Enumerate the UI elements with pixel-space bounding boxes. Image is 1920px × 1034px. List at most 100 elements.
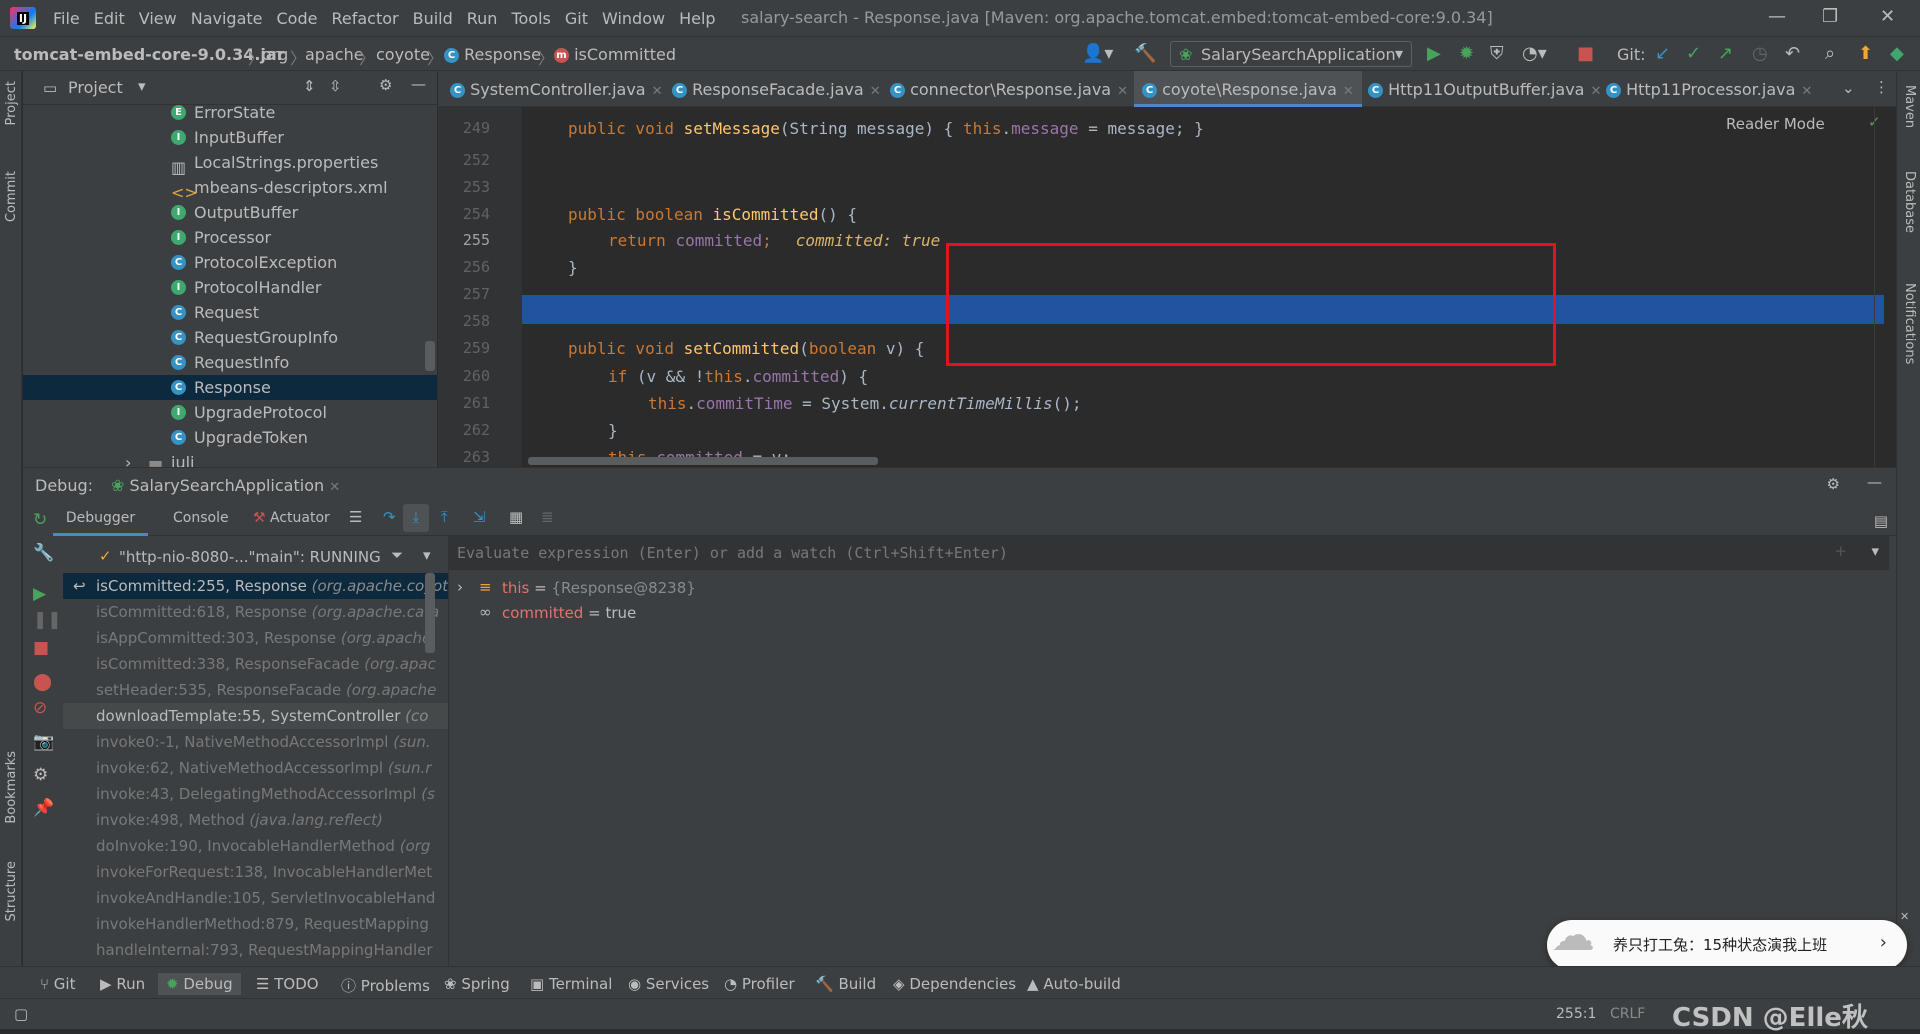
tool-build[interactable]: 🔨 Build [815, 975, 876, 993]
frames-scrollbar[interactable] [425, 573, 435, 653]
chevron-right-icon[interactable]: › [1880, 932, 1887, 953]
stack-frame[interactable]: isAppCommitted:303, Response (org.apache… [63, 625, 448, 651]
close-icon[interactable]: ✕ [1880, 6, 1895, 27]
breadcrumb-apache[interactable]: apache [305, 45, 364, 64]
resume-icon[interactable]: ▶ [33, 584, 46, 604]
layout-settings-icon[interactable]: ▤ [1874, 512, 1888, 530]
hide-panel-icon[interactable]: — [1867, 473, 1882, 491]
stack-frame[interactable]: ↩ isCommitted:255, Response (org.apache.c… [63, 573, 448, 599]
breadcrumb-org[interactable]: org [262, 45, 288, 64]
run-to-cursor-icon[interactable]: ⇲ [473, 508, 486, 526]
stack-frame[interactable]: invoke:498, Method (java.lang.reflect) [63, 807, 448, 833]
close-toast-icon[interactable]: ✕ [1900, 910, 1909, 923]
menu-view[interactable]: View [132, 9, 184, 28]
tool-terminal[interactable]: ▣ Terminal [530, 975, 612, 993]
stack-frame[interactable]: invokeHandlerMethod:879, RequestMapping [63, 911, 448, 937]
tree-item[interactable]: C RequestGroupInfo [23, 325, 437, 350]
tool-auto-build[interactable]: ▲ Auto-build [1027, 975, 1121, 993]
variable-row[interactable]: › ≡ this = {Response@8238} [449, 576, 1149, 600]
user-icon[interactable]: 👤▾ [1082, 43, 1113, 64]
stop-icon[interactable]: ■ [33, 638, 49, 658]
coverage-icon[interactable]: ⛨ [1490, 43, 1504, 64]
plugin-icon[interactable]: ◆ [1890, 43, 1904, 64]
commit-tool-tab[interactable]: Commit [4, 171, 19, 222]
variable-row[interactable]: ∞ committed = true [449, 601, 1149, 625]
chevron-down-icon[interactable]: ▾ [1871, 542, 1879, 560]
stack-frame[interactable]: doInvoke:190, InvocableHandlerMethod (or… [63, 833, 448, 859]
step-out-icon[interactable]: ⤒ [441, 508, 448, 526]
add-watch-icon[interactable]: + [1834, 542, 1847, 560]
tree-item[interactable]: C RequestInfo [23, 350, 437, 375]
gear-icon[interactable]: ⚙ [1827, 475, 1840, 493]
stack-frame[interactable]: invoke:43, DelegatingMethodAccessorImpl … [63, 781, 448, 807]
maximize-icon[interactable]: ❐ [1822, 6, 1838, 27]
tab-system-controller[interactable]: C SystemController.java ✕ [450, 71, 663, 107]
tree-item[interactable]: C Request [23, 300, 437, 325]
menu-refactor[interactable]: Refactor [324, 9, 405, 28]
thread-selector[interactable]: ✓ "http-nio-8080-..."main": RUNNING ⏷ ▾ [63, 543, 448, 573]
tool-profiler[interactable]: ◔ Profiler [724, 975, 795, 993]
stack-frame[interactable]: invoke:62, NativeMethodAccessorImpl (sun… [63, 755, 448, 781]
hide-panel-icon[interactable]: — [411, 75, 426, 93]
git-push-icon[interactable]: ↗ [1718, 43, 1733, 64]
expand-all-icon[interactable]: ⇕ [303, 77, 316, 95]
gear-icon[interactable]: ⚙ [33, 765, 48, 785]
project-scrollbar[interactable] [425, 341, 435, 371]
tool-debug[interactable]: ✹ Debug [158, 973, 241, 995]
line-separator[interactable]: CRLF [1610, 1006, 1645, 1022]
tree-item[interactable]: I Processor [23, 225, 437, 250]
menu-run[interactable]: Run [460, 9, 505, 28]
step-over-icon[interactable]: ↷ [383, 508, 396, 526]
menu-window[interactable]: Window [595, 9, 672, 28]
tree-item-folder[interactable]: › ▬ juli [23, 450, 437, 467]
rollback-icon[interactable]: ↶ [1785, 43, 1800, 64]
tree-item[interactable]: C UpgradeToken [23, 425, 437, 450]
project-view-select[interactable]: Project [68, 78, 123, 97]
tab-http11-processor[interactable]: C Http11Processor.java ✕ [1606, 71, 1812, 107]
tree-item[interactable]: C ProtocolException [23, 250, 437, 275]
debug-icon[interactable]: ✹ [1459, 43, 1474, 64]
horizontal-scrollbar[interactable] [528, 457, 878, 465]
tab-list-icon[interactable]: ⌄ [1842, 79, 1855, 97]
evaluate-expression-icon[interactable]: ▦ [509, 508, 523, 526]
tree-item[interactable]: I OutputBuffer [23, 200, 437, 225]
close-tab-icon[interactable]: ✕ [1117, 84, 1128, 99]
tab-actuator[interactable]: ⚒ Actuator [253, 510, 330, 526]
close-tab-icon[interactable]: ✕ [652, 84, 663, 99]
stack-frame[interactable]: isCommitted:618, Response (org.apache.ca… [63, 599, 448, 625]
minimize-icon[interactable]: — [1768, 6, 1786, 27]
run-icon[interactable]: ▶ [1427, 43, 1441, 64]
notification-toast[interactable]: ☁ 养只打工兔：15种状态演我上班 › [1547, 910, 1907, 970]
tool-problems[interactable]: ⓘ Problems [341, 975, 430, 996]
menu-help[interactable]: Help [672, 9, 722, 28]
view-breakpoints-icon[interactable]: ⬤ [33, 672, 52, 692]
stop-icon[interactable]: ■ [1577, 43, 1594, 64]
menu-build[interactable]: Build [406, 9, 460, 28]
pause-icon[interactable]: ❚❚ [33, 610, 62, 630]
maven-tool-tab[interactable]: Maven [1902, 85, 1917, 128]
menu-file[interactable]: File [46, 9, 87, 28]
notifications-tool-tab[interactable]: Notifications [1902, 283, 1917, 364]
stack-frame[interactable]: invokeAndHandle:105, ServletInvocableHan… [63, 885, 448, 911]
project-tool-tab[interactable]: Project [4, 81, 19, 125]
rerun-icon[interactable]: ↻ [33, 510, 47, 530]
panel-toggle-icon[interactable]: ▢ [14, 1005, 28, 1023]
breadcrumb-jar[interactable]: tomcat-embed-core-9.0.34.jar [14, 45, 285, 64]
chevron-right-icon[interactable]: › [457, 578, 463, 596]
tree-item-selected[interactable]: C Response [23, 375, 437, 400]
tree-item[interactable]: <> mbeans-descriptors.xml [23, 175, 437, 202]
tab-response-facade[interactable]: C ResponseFacade.java ✕ [672, 71, 881, 107]
tree-item[interactable]: I UpgradeProtocol [23, 400, 437, 425]
pin-icon[interactable]: 📌 [33, 798, 54, 818]
menu-navigate[interactable]: Navigate [184, 9, 270, 28]
menu-tools[interactable]: Tools [504, 9, 557, 28]
layout-icon[interactable]: ☰ [349, 508, 362, 526]
stack-frame[interactable]: isCommitted:338, ResponseFacade (org.apa… [63, 651, 448, 677]
stack-frame[interactable]: handleInternal:793, RequestMappingHandle… [63, 937, 448, 963]
tree-item[interactable]: I ProtocolHandler [23, 275, 437, 300]
trace-icon[interactable]: ≣ [541, 508, 554, 526]
git-commit-icon[interactable]: ✓ [1686, 43, 1701, 64]
reader-mode-button[interactable]: Reader Mode [1726, 115, 1825, 133]
structure-tool-tab[interactable]: Structure [4, 861, 19, 921]
chevron-down-icon[interactable]: ▾ [138, 77, 146, 95]
